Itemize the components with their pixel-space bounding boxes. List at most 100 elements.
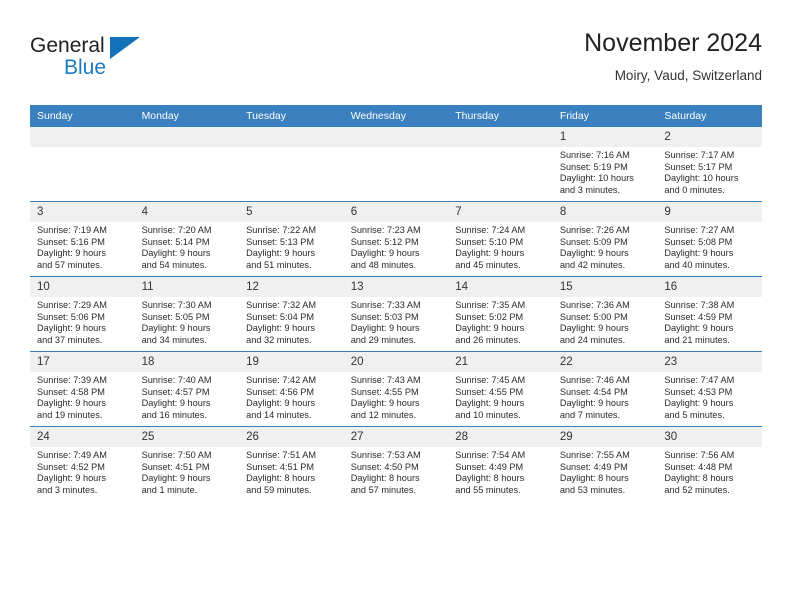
sunrise-text: Sunrise: 7:43 AM (350, 375, 421, 385)
day-details: Sunrise: 7:39 AM Sunset: 4:58 PM Daylight:… (30, 372, 135, 421)
sunrise-text: Sunrise: 7:54 AM (455, 450, 526, 460)
day-number: 8 (552, 202, 658, 222)
page-title: November 2024 (584, 29, 762, 57)
sunset-text: Sunset: 4:49 PM (559, 461, 628, 472)
daylight-text-line1: Daylight: 9 hours (246, 323, 316, 334)
calendar-day-cell[interactable]: 2 Sunrise: 7:17 AM Sunset: 5:17 PM Daylight… (657, 126, 762, 202)
sunrise-text: Sunrise: 7:29 AM (37, 300, 107, 310)
calendar-day-cell[interactable]: 28 Sunrise: 7:54 AM Sunset: 4:49 PM Dayligh… (448, 426, 553, 501)
calendar-body: 1 Sunrise: 7:16 AM Sunset: 5:19 PM Daylight… (30, 126, 762, 501)
daylight-text-line1: Daylight: 8 hours (455, 473, 525, 484)
daylight-text-line2: and 51 minutes. (246, 259, 312, 270)
day-number: 21 (448, 352, 553, 372)
daylight-text-line2: and 57 minutes. (37, 259, 103, 270)
calendar-day-cell[interactable]: 10 Sunrise: 7:29 AM Sunset: 5:06 PM Dayligh… (30, 276, 135, 352)
sunset-text: Sunset: 5:17 PM (664, 161, 733, 172)
daylight-text-line2: and 19 minutes. (37, 409, 103, 420)
day-details: Sunrise: 7:17 AM Sunset: 5:17 PM Daylight:… (657, 147, 762, 196)
calendar-day-cell[interactable]: 30 Sunrise: 7:56 AM Sunset: 4:48 PM Dayligh… (657, 426, 762, 501)
day-number: 29 (552, 427, 658, 447)
calendar-day-cell[interactable]: 9 Sunrise: 7:27 AM Sunset: 5:08 PM Daylight… (657, 201, 762, 277)
day-number: 16 (657, 277, 762, 297)
day-number: 30 (657, 427, 762, 447)
calendar-day-cell[interactable]: 17 Sunrise: 7:39 AM Sunset: 4:58 PM Dayligh… (30, 351, 135, 427)
title-block: November 2024 Moiry, Vaud, Switzerland (584, 28, 762, 86)
day-number: 15 (552, 277, 658, 297)
calendar-day-cell[interactable]: 29 Sunrise: 7:55 AM Sunset: 4:49 PM Dayligh… (552, 426, 658, 501)
calendar-day-cell[interactable]: 16 Sunrise: 7:38 AM Sunset: 4:59 PM Dayligh… (657, 276, 762, 352)
weekday-header-monday: Monday (134, 105, 240, 127)
calendar-day-cell[interactable]: 20 Sunrise: 7:43 AM Sunset: 4:55 PM Dayligh… (343, 351, 449, 427)
sunset-text: Sunset: 4:58 PM (37, 386, 105, 397)
day-details: Sunrise: 7:46 AM Sunset: 4:54 PM Daylight:… (553, 372, 658, 421)
sunrise-text: Sunrise: 7:55 AM (559, 450, 630, 460)
calendar-day-cell[interactable]: 27 Sunrise: 7:53 AM Sunset: 4:50 PM Dayligh… (343, 426, 449, 501)
sunrise-text: Sunrise: 7:19 AM (37, 225, 107, 235)
calendar-day-cell[interactable]: 23 Sunrise: 7:47 AM Sunset: 4:53 PM Dayligh… (657, 351, 762, 427)
sunrise-text: Sunrise: 7:51 AM (246, 450, 317, 460)
daylight-text-line1: Daylight: 9 hours (350, 323, 420, 334)
calendar-day-cell[interactable]: 8 Sunrise: 7:26 AM Sunset: 5:09 PM Daylight… (552, 201, 658, 277)
daylight-text-line2: and 57 minutes. (350, 484, 417, 495)
calendar-day-cell[interactable]: 5 Sunrise: 7:22 AM Sunset: 5:13 PM Daylight… (239, 201, 344, 277)
day-details: Sunrise: 7:49 AM Sunset: 4:52 PM Daylight:… (30, 447, 135, 496)
daylight-text-line1: Daylight: 9 hours (37, 323, 106, 334)
day-number: 23 (657, 352, 762, 372)
calendar-day-cell[interactable]: 22 Sunrise: 7:46 AM Sunset: 4:54 PM Dayligh… (552, 351, 658, 427)
daylight-text-line1: Daylight: 9 hours (141, 248, 211, 259)
calendar-day-cell[interactable]: 18 Sunrise: 7:40 AM Sunset: 4:57 PM Dayligh… (134, 351, 240, 427)
weekday-header-tuesday: Tuesday (239, 105, 344, 127)
day-number: 24 (30, 427, 135, 447)
sunrise-text: Sunrise: 7:49 AM (37, 450, 107, 460)
day-details: Sunrise: 7:32 AM Sunset: 5:04 PM Daylight:… (239, 297, 344, 346)
calendar-week-row: 24 Sunrise: 7:49 AM Sunset: 4:52 PM Dayligh… (30, 426, 762, 501)
calendar-day-cell[interactable]: 19 Sunrise: 7:42 AM Sunset: 4:56 PM Dayligh… (239, 351, 344, 427)
sunset-text: Sunset: 5:00 PM (559, 311, 628, 322)
sunset-text: Sunset: 5:05 PM (141, 311, 210, 322)
logo-text-blue: Blue (64, 56, 107, 79)
calendar-day-cell[interactable]: 26 Sunrise: 7:51 AM Sunset: 4:51 PM Dayligh… (239, 426, 344, 501)
calendar-day-cell[interactable]: 24 Sunrise: 7:49 AM Sunset: 4:52 PM Dayligh… (30, 426, 135, 501)
day-details: Sunrise: 7:53 AM Sunset: 4:50 PM Daylight:… (344, 447, 449, 496)
calendar-day-cell[interactable]: 11 Sunrise: 7:30 AM Sunset: 5:05 PM Dayligh… (134, 276, 240, 352)
sunset-text: Sunset: 4:51 PM (141, 461, 210, 472)
calendar-day-cell[interactable]: 21 Sunrise: 7:45 AM Sunset: 4:55 PM Dayligh… (448, 351, 553, 427)
calendar-day-cell[interactable]: 12 Sunrise: 7:32 AM Sunset: 5:04 PM Dayligh… (239, 276, 344, 352)
sunset-text: Sunset: 5:08 PM (664, 236, 733, 247)
daylight-text-line2: and 1 minute. (141, 484, 198, 495)
day-number: 28 (448, 427, 553, 447)
calendar-day-cell[interactable]: 13 Sunrise: 7:33 AM Sunset: 5:03 PM Dayligh… (343, 276, 449, 352)
sunrise-text: Sunrise: 7:45 AM (455, 375, 526, 385)
daylight-text-line1: Daylight: 9 hours (246, 398, 316, 409)
calendar-day-cell[interactable]: 4 Sunrise: 7:20 AM Sunset: 5:14 PM Daylight… (134, 201, 240, 277)
sunset-text: Sunset: 4:55 PM (350, 386, 419, 397)
daylight-text-line1: Daylight: 9 hours (37, 248, 106, 259)
sunrise-text: Sunrise: 7:24 AM (455, 225, 526, 235)
daylight-text-line1: Daylight: 10 hours (664, 173, 739, 184)
daylight-text-line2: and 21 minutes. (664, 334, 730, 345)
day-number: 4 (134, 202, 240, 222)
sunrise-text: Sunrise: 7:16 AM (559, 150, 630, 160)
sunset-text: Sunset: 4:54 PM (559, 386, 628, 397)
sunrise-text: Sunrise: 7:20 AM (141, 225, 212, 235)
daylight-text-line1: Daylight: 9 hours (664, 248, 734, 259)
daylight-text-line2: and 54 minutes. (141, 259, 207, 270)
day-details: Sunrise: 7:29 AM Sunset: 5:06 PM Daylight:… (30, 297, 135, 346)
day-details: Sunrise: 7:50 AM Sunset: 4:51 PM Daylight:… (135, 447, 240, 496)
daylight-text-line2: and 16 minutes. (141, 409, 207, 420)
calendar-day-cell[interactable]: 25 Sunrise: 7:50 AM Sunset: 4:51 PM Dayligh… (134, 426, 240, 501)
daylight-text-line1: Daylight: 9 hours (559, 398, 629, 409)
calendar-day-cell[interactable]: 15 Sunrise: 7:36 AM Sunset: 5:00 PM Dayligh… (552, 276, 658, 352)
day-details: Sunrise: 7:38 AM Sunset: 4:59 PM Daylight:… (657, 297, 762, 346)
calendar-day-cell[interactable]: 3 Sunrise: 7:19 AM Sunset: 5:16 PM Daylight… (30, 201, 135, 277)
calendar-day-cell[interactable]: 7 Sunrise: 7:24 AM Sunset: 5:10 PM Daylight… (448, 201, 553, 277)
daylight-text-line2: and 3 minutes. (37, 484, 98, 495)
sunrise-text: Sunrise: 7:50 AM (141, 450, 212, 460)
daylight-text-line1: Daylight: 8 hours (350, 473, 420, 484)
calendar-day-cell[interactable]: 14 Sunrise: 7:35 AM Sunset: 5:02 PM Dayligh… (448, 276, 553, 352)
calendar-day-cell[interactable]: 6 Sunrise: 7:23 AM Sunset: 5:12 PM Daylight… (343, 201, 449, 277)
general-blue-logo[interactable]: General Blue (30, 34, 220, 90)
sunset-text: Sunset: 5:03 PM (350, 311, 419, 322)
day-number: 2 (657, 127, 762, 147)
calendar-day-cell[interactable]: 1 Sunrise: 7:16 AM Sunset: 5:19 PM Daylight… (552, 126, 658, 202)
